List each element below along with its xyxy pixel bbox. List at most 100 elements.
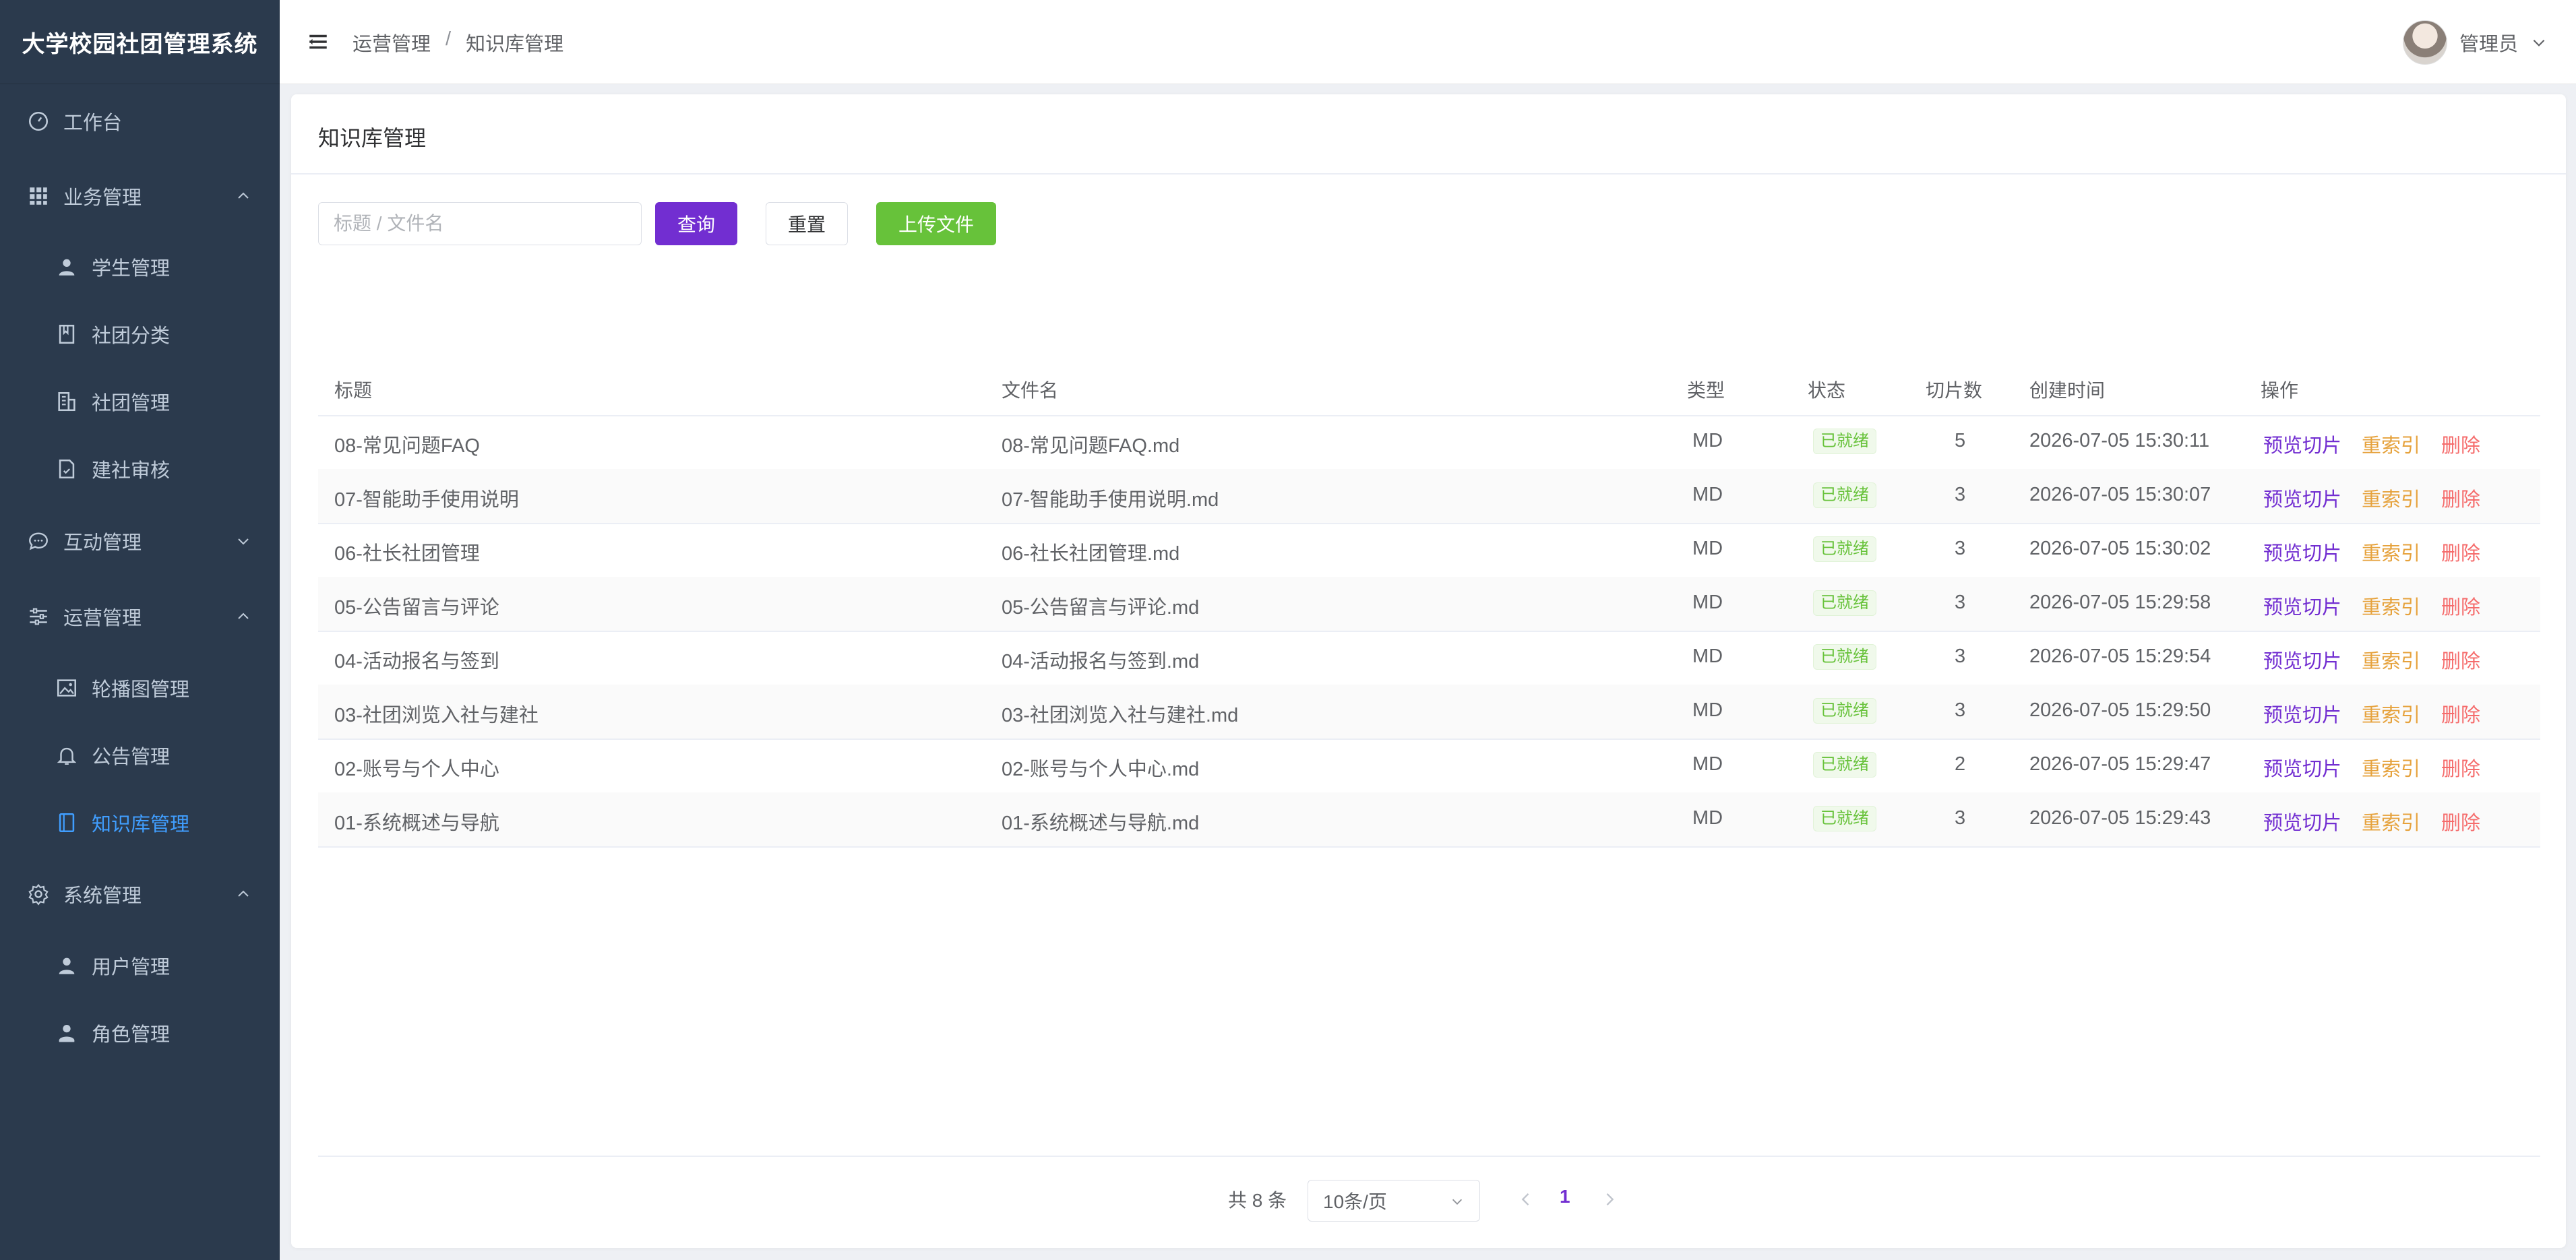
column-header-chunks: 切片数 bbox=[1926, 380, 1983, 401]
sidebar-item-dashboard[interactable]: 工作台 bbox=[0, 88, 280, 155]
prev-page-icon[interactable] bbox=[1516, 1190, 1535, 1209]
reindex-button[interactable]: 重索引 bbox=[2362, 538, 2420, 566]
cell-type: MD bbox=[1692, 645, 1723, 667]
chat-icon bbox=[27, 530, 50, 553]
menu-toggle-icon[interactable] bbox=[307, 30, 330, 53]
dashboard-icon bbox=[27, 110, 50, 133]
book-icon bbox=[55, 811, 78, 834]
breadcrumb-item-operations[interactable]: 运营管理 bbox=[352, 28, 431, 57]
page-number-current[interactable]: 1 bbox=[1560, 1186, 1570, 1207]
sidebar-item-label: 系统管理 bbox=[63, 885, 142, 907]
cell-filename: 06-社长社团管理.md bbox=[1002, 543, 1180, 565]
table-row: 03-社团浏览入社与建社 03-社团浏览入社与建社.md MD 已就绪 3 2026-07… bbox=[318, 685, 2540, 740]
delete-button[interactable]: 删除 bbox=[2441, 753, 2480, 782]
image-icon bbox=[55, 676, 78, 699]
reindex-button[interactable]: 重索引 bbox=[2362, 699, 2420, 728]
user-name[interactable]: 管理员 bbox=[2459, 28, 2518, 57]
preview-chunks-button[interactable]: 预览切片 bbox=[2263, 430, 2341, 458]
upload-file-button[interactable]: 上传文件 bbox=[876, 202, 996, 245]
sidebar-item-interaction[interactable]: 互动管理 bbox=[0, 507, 280, 575]
cell-chunks: 5 bbox=[1955, 430, 1966, 451]
delete-button[interactable]: 删除 bbox=[2441, 484, 2480, 512]
sidebar-item-users[interactable]: 用户管理 bbox=[0, 932, 280, 999]
reindex-button[interactable]: 重索引 bbox=[2362, 807, 2420, 836]
preview-chunks-button[interactable]: 预览切片 bbox=[2263, 538, 2341, 566]
column-header-filename: 文件名 bbox=[1002, 380, 1059, 401]
status-badge: 已就绪 bbox=[1813, 482, 1876, 508]
chevron-down-icon[interactable] bbox=[2530, 34, 2548, 51]
avatar[interactable] bbox=[2402, 20, 2447, 65]
sidebar-item-announcements[interactable]: 公告管理 bbox=[0, 722, 280, 789]
search-input[interactable] bbox=[318, 202, 642, 245]
preview-chunks-button[interactable]: 预览切片 bbox=[2263, 484, 2341, 512]
reindex-button[interactable]: 重索引 bbox=[2362, 484, 2420, 512]
reindex-button[interactable]: 重索引 bbox=[2362, 645, 2420, 674]
cell-type: MD bbox=[1692, 753, 1723, 775]
cell-created: 2026-07-05 15:29:47 bbox=[2029, 753, 2211, 775]
user-icon bbox=[55, 255, 78, 278]
cell-title: 06-社长社团管理 bbox=[334, 543, 480, 565]
cell-filename: 01-系统概述与导航.md bbox=[1002, 813, 1200, 834]
cell-filename: 03-社团浏览入社与建社.md bbox=[1002, 705, 1239, 726]
next-page-icon[interactable] bbox=[1600, 1190, 1619, 1209]
cell-type: MD bbox=[1692, 538, 1723, 559]
delete-button[interactable]: 删除 bbox=[2441, 430, 2480, 458]
page-size-select[interactable]: 10条/页 bbox=[1308, 1180, 1480, 1222]
delete-button[interactable]: 删除 bbox=[2441, 807, 2480, 836]
reset-button[interactable]: 重置 bbox=[766, 202, 848, 245]
sidebar: 大学校园社团管理系统 工作台 业务管理 学生管理 社团分类 社团管理 建社审核 … bbox=[0, 0, 280, 1260]
delete-button[interactable]: 删除 bbox=[2441, 592, 2480, 620]
cell-title: 07-智能助手使用说明 bbox=[334, 489, 519, 511]
sidebar-item-students[interactable]: 学生管理 bbox=[0, 233, 280, 301]
preview-chunks-button[interactable]: 预览切片 bbox=[2263, 753, 2341, 782]
cell-created: 2026-07-05 15:30:07 bbox=[2029, 484, 2211, 505]
cell-title: 04-活动报名与签到 bbox=[334, 651, 499, 672]
preview-chunks-button[interactable]: 预览切片 bbox=[2263, 645, 2341, 674]
user-menu[interactable]: 管理员 bbox=[2402, 20, 2548, 65]
cell-created: 2026-07-05 15:30:02 bbox=[2029, 538, 2211, 559]
sliders-icon bbox=[27, 605, 50, 628]
reindex-button[interactable]: 重索引 bbox=[2362, 430, 2420, 458]
reindex-button[interactable]: 重索引 bbox=[2362, 592, 2420, 620]
cell-created: 2026-07-05 15:29:58 bbox=[2029, 592, 2211, 613]
sidebar-item-label: 用户管理 bbox=[92, 957, 171, 978]
column-header-type: 类型 bbox=[1687, 380, 1725, 401]
delete-button[interactable]: 删除 bbox=[2441, 699, 2480, 728]
sidebar-item-system[interactable]: 系统管理 bbox=[0, 860, 280, 928]
column-header-title: 标题 bbox=[334, 380, 373, 401]
cell-chunks: 3 bbox=[1955, 592, 1966, 613]
sidebar-item-roles[interactable]: 角色管理 bbox=[0, 999, 280, 1067]
status-badge: 已就绪 bbox=[1813, 752, 1876, 778]
sidebar-item-clubs[interactable]: 社团管理 bbox=[0, 368, 280, 435]
preview-chunks-button[interactable]: 预览切片 bbox=[2263, 699, 2341, 728]
bell-icon bbox=[55, 744, 78, 767]
table-row: 06-社长社团管理 06-社长社团管理.md MD 已就绪 3 2026-07-05 15… bbox=[318, 523, 2540, 578]
divider bbox=[318, 1156, 2540, 1157]
cell-title: 02-账号与个人中心 bbox=[334, 759, 499, 780]
chevron-up-icon bbox=[238, 192, 249, 199]
reindex-button[interactable]: 重索引 bbox=[2362, 753, 2420, 782]
chevron-down-icon bbox=[238, 538, 249, 545]
sidebar-item-club-review[interactable]: 建社审核 bbox=[0, 435, 280, 503]
preview-chunks-button[interactable]: 预览切片 bbox=[2263, 592, 2341, 620]
delete-button[interactable]: 删除 bbox=[2441, 645, 2480, 674]
sidebar-item-knowledge-base[interactable]: 知识库管理 bbox=[0, 789, 280, 856]
pagination-total: 共 8 条 bbox=[1228, 1190, 1287, 1211]
sidebar-item-operations[interactable]: 运营管理 bbox=[0, 583, 280, 650]
divider bbox=[291, 173, 2566, 175]
bookmark-icon bbox=[55, 323, 78, 346]
sidebar-item-label: 工作台 bbox=[63, 113, 123, 134]
cell-created: 2026-07-05 15:29:50 bbox=[2029, 699, 2211, 721]
delete-button[interactable]: 删除 bbox=[2441, 538, 2480, 566]
query-button[interactable]: 查询 bbox=[655, 202, 737, 245]
preview-chunks-button[interactable]: 预览切片 bbox=[2263, 807, 2341, 836]
cell-chunks: 3 bbox=[1955, 807, 1966, 829]
sidebar-item-label: 运营管理 bbox=[63, 608, 142, 629]
cell-chunks: 3 bbox=[1955, 484, 1966, 505]
cell-title: 01-系统概述与导航 bbox=[334, 813, 499, 834]
cell-type: MD bbox=[1692, 430, 1723, 451]
sidebar-item-club-category[interactable]: 社团分类 bbox=[0, 301, 280, 368]
sidebar-item-business[interactable]: 业务管理 bbox=[0, 162, 280, 230]
sidebar-item-label: 学生管理 bbox=[92, 258, 171, 280]
sidebar-item-carousel[interactable]: 轮播图管理 bbox=[0, 654, 280, 722]
